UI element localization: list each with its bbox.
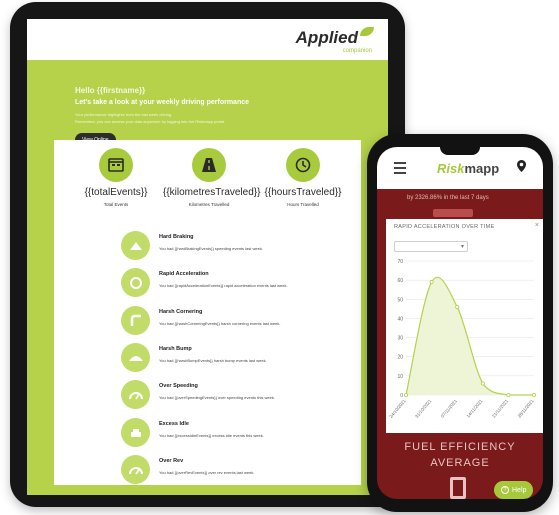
cornering-icon — [121, 306, 150, 335]
clock-icon — [286, 148, 320, 182]
x-tick-label: 14/11/2021 — [465, 398, 483, 419]
calendar-icon — [99, 148, 133, 182]
data-point — [531, 392, 536, 397]
rev-icon — [121, 455, 150, 484]
phone-device: Riskmapp by 2326.86% in the last 7 days … — [367, 134, 553, 512]
y-tick-label: 30 — [397, 336, 403, 342]
data-point — [506, 392, 511, 397]
x-tick-label: 31/10/2021 — [414, 398, 433, 419]
report-card: {{totalEvents}} Total Events {{kilometre… — [54, 140, 361, 485]
event-title: Excess Idle — [159, 421, 189, 427]
tablet-device: Applied companion Hello {{firstname}} Le… — [10, 2, 405, 507]
event-desc: You had {{overSpeedingEvents}} over spee… — [159, 395, 275, 400]
fuel-efficiency-title: FUEL EFFICIENCY — [404, 441, 516, 453]
bump-icon — [121, 343, 150, 372]
x-tick-label: 28/11/2021 — [517, 398, 535, 419]
event-title: Harsh Cornering — [159, 309, 203, 315]
stat-total-events: {{totalEvents}} Total Events — [70, 148, 162, 207]
event-desc: You had {{overRevEvents}} over rev event… — [159, 470, 255, 475]
phone-screen: Riskmapp by 2326.86% in the last 7 days … — [377, 147, 543, 499]
event-harsh-cornering: Harsh Cornering You had {{harshCornering… — [121, 306, 341, 344]
event-over-rev: Over Rev You had {{overRevEvents}} over … — [121, 455, 341, 493]
help-icon: ? — [501, 486, 509, 494]
line-chart: 0 10 20 30 40 50 60 70 24/10/2021 31/10/2021 07/11… — [388, 259, 536, 419]
hero-subtitle: Let's take a look at your weekly driving… — [75, 99, 250, 106]
event-title: Over Rev — [159, 458, 184, 464]
y-tick-label: 20 — [397, 355, 403, 361]
y-tick-label: 60 — [397, 278, 403, 284]
period-select[interactable]: ▾ — [394, 241, 468, 252]
brand-mapp: mapp — [464, 161, 500, 176]
event-harsh-bump: Harsh Bump You had {{harshBumpEvents}} h… — [121, 343, 341, 381]
brake-icon — [121, 231, 150, 260]
event-desc: You had {{harshCorneringEvents}} harsh c… — [159, 321, 281, 326]
stat-value: {{totalEvents}} — [84, 187, 148, 198]
y-tick-label: 70 — [397, 259, 403, 265]
hero-text-2: Remember, you can access your data anywh… — [75, 119, 226, 124]
applied-logo: Applied — [295, 28, 358, 47]
event-rapid-acceleration: Rapid Acceleration You had {{rapidAccele… — [121, 268, 341, 306]
speed-icon — [121, 380, 150, 409]
stat-label: Hours Travelled — [287, 202, 319, 207]
stat-hours: {{hoursTraveled}} Hours Travelled — [257, 148, 349, 207]
stat-label: Total Events — [103, 202, 129, 207]
y-tick-label: 10 — [397, 374, 403, 380]
event-desc: You had {{excessIdleEvents}} excess idle… — [159, 433, 264, 438]
help-label: Help — [512, 486, 527, 494]
location-pin-icon[interactable] — [517, 160, 526, 175]
help-button[interactable]: ? Help — [494, 481, 534, 499]
event-title: Rapid Acceleration — [159, 271, 209, 277]
series-area — [406, 277, 534, 395]
tablet-screen: Applied companion Hello {{firstname}} Le… — [27, 19, 388, 495]
stat-change-text: by 2326.86% in the last 7 days — [407, 195, 489, 201]
stat-label: Kilometres Travelled — [188, 202, 230, 207]
logo-tagline: companion — [342, 48, 372, 54]
event-over-speeding: Over Speeding You had {{overSpeedingEven… — [121, 380, 341, 418]
idle-icon — [121, 418, 150, 447]
phone-notch — [440, 147, 480, 155]
road-icon — [192, 148, 226, 182]
hero-text-1: Your performance highlights from the las… — [75, 112, 173, 117]
x-tick-label: 24/10/2021 — [388, 398, 407, 419]
event-title: Harsh Bump — [159, 346, 192, 352]
event-hard-braking: Hard Braking You had {{hardBrakingEvents… — [121, 231, 341, 269]
brand-risk: Risk — [437, 161, 465, 176]
event-title: Hard Braking — [159, 234, 194, 240]
chevron-down-icon: ▾ — [460, 244, 464, 250]
riskmapp-logo: Riskmapp — [437, 161, 499, 176]
x-tick-label: 21/11/2021 — [491, 398, 509, 419]
hamburger-menu-icon[interactable] — [394, 162, 406, 177]
hero-banner: Hello {{firstname}} Let's take a look at… — [27, 60, 388, 147]
fuel-efficiency-subtitle: AVERAGE — [430, 457, 490, 469]
leaf-icon — [360, 27, 374, 36]
x-tick-label: 07/11/2021 — [440, 398, 458, 419]
event-title: Over Speeding — [159, 383, 198, 389]
data-point — [480, 381, 485, 386]
greeting: Hello {{firstname}} — [75, 86, 146, 95]
background-button — [433, 209, 473, 217]
y-tick-label: 40 — [397, 316, 403, 322]
event-desc: You had {{hardBrakingEvents}} speeding e… — [159, 246, 263, 251]
stat-kilometres: {{kilometresTraveled}} Kilometres Travel… — [163, 148, 261, 207]
chart-modal: RAPID ACCELERATION OVER TIME × ▾ 0 10 20 30… — [386, 219, 543, 433]
acceleration-icon — [121, 268, 150, 297]
stat-value: {{kilometresTraveled}} — [163, 187, 261, 198]
fuel-pump-icon — [450, 477, 466, 499]
report-body: {{totalEvents}} Total Events {{kilometre… — [27, 140, 388, 495]
data-point — [403, 392, 408, 397]
close-icon[interactable]: × — [535, 222, 539, 229]
y-tick-label: 50 — [397, 297, 403, 303]
data-point — [455, 304, 460, 309]
stat-value: {{hoursTraveled}} — [264, 187, 342, 198]
event-desc: You had {{harshBumpEvents}} harsh bump e… — [159, 358, 267, 363]
chart-title: RAPID ACCELERATION OVER TIME — [394, 224, 495, 230]
event-excess-idle: Excess Idle You had {{excessIdleEvents}}… — [121, 418, 341, 456]
y-tick-label: 0 — [400, 393, 403, 399]
event-desc: You had {{rapidAccelerationEvents}} rapi… — [159, 283, 288, 288]
email-header: Applied companion — [27, 19, 388, 60]
data-point — [429, 280, 434, 285]
